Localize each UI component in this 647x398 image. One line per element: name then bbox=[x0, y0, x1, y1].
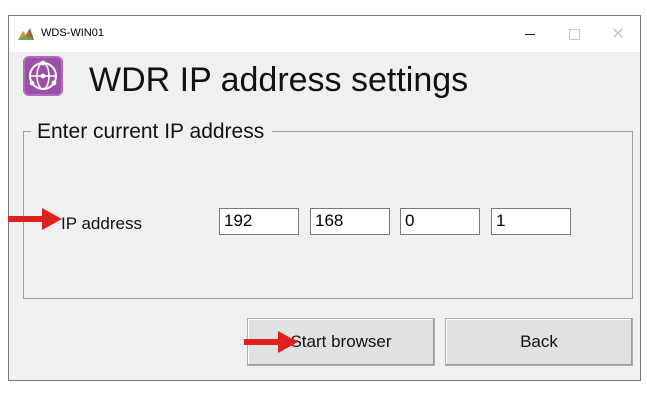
close-button[interactable]: ✕ bbox=[596, 16, 640, 52]
ip-address-label: IP address bbox=[61, 214, 142, 233]
ip-octet-4-field[interactable]: 1 bbox=[491, 208, 571, 235]
maximize-icon bbox=[568, 28, 580, 40]
app-window: WDS-WIN01 ✕ WDR IP address settings Ente… bbox=[8, 15, 641, 381]
ip-octet-2-field[interactable]: 168 bbox=[310, 208, 390, 235]
pointer-arrow-icon bbox=[8, 208, 62, 230]
close-icon: ✕ bbox=[611, 26, 625, 43]
minimize-button[interactable] bbox=[508, 16, 552, 52]
back-label: Back bbox=[520, 332, 558, 351]
maximize-button[interactable] bbox=[552, 16, 596, 52]
ip-octet-3-field[interactable]: 0 bbox=[400, 208, 480, 235]
back-button[interactable]: Back bbox=[445, 318, 633, 366]
groupbox-label: Enter current IP address bbox=[31, 120, 273, 144]
app-logo-icon bbox=[18, 28, 34, 40]
title-bar[interactable]: WDS-WIN01 ✕ bbox=[9, 16, 640, 52]
start-browser-label: Start browser bbox=[290, 332, 392, 351]
window-title: WDS-WIN01 bbox=[41, 27, 104, 39]
ip-octet-1-field[interactable]: 192 bbox=[219, 208, 299, 235]
page-title: WDR IP address settings bbox=[89, 61, 469, 99]
network-globe-icon bbox=[23, 56, 63, 96]
pointer-arrow-icon bbox=[244, 331, 298, 353]
minimize-icon bbox=[525, 33, 535, 35]
